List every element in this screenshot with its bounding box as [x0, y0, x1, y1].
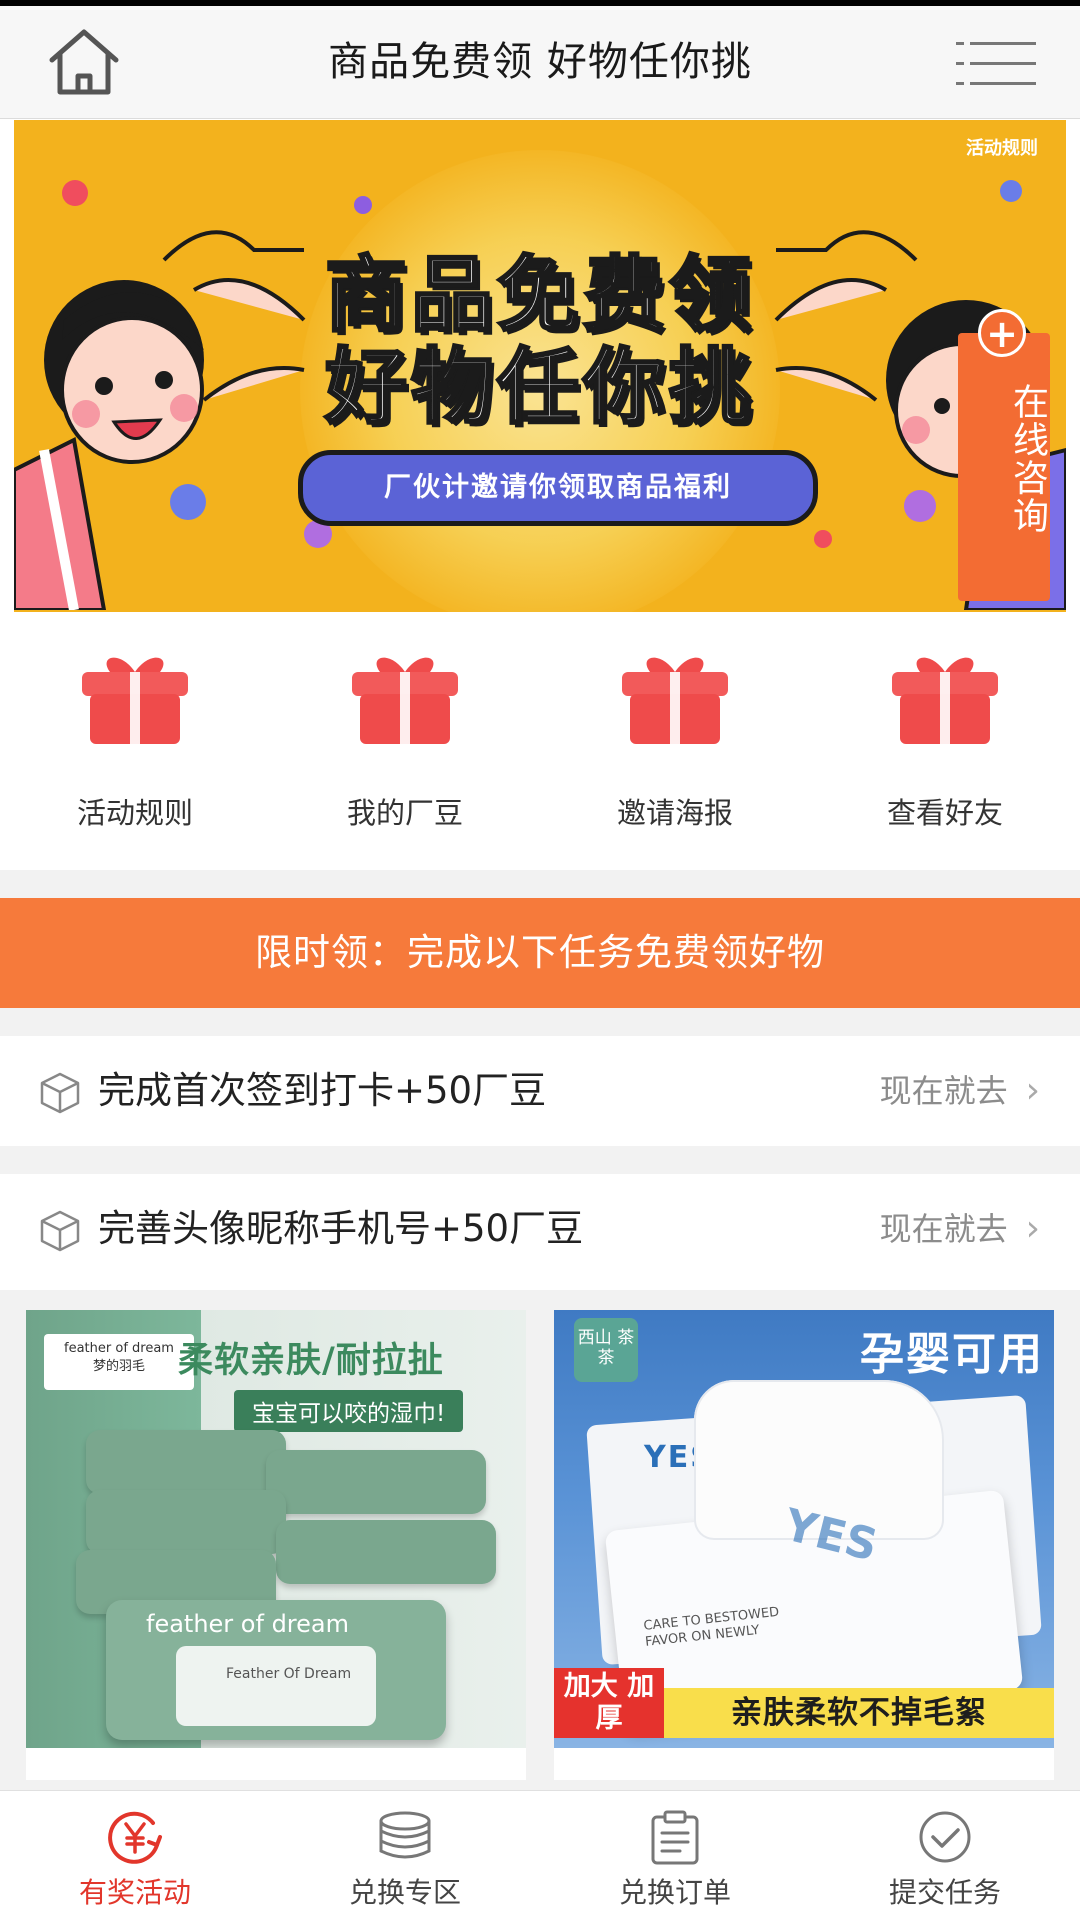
product-card-footer: [26, 1748, 526, 1780]
product-grid: feather of dream 梦的羽毛 柔软亲肤/耐拉扯 宝宝可以咬的湿巾!…: [0, 1290, 1080, 1790]
quick-link-label: 邀请海报: [616, 796, 733, 830]
product-card-footer: [554, 1748, 1054, 1780]
quick-link-label: 我的厂豆: [346, 796, 463, 830]
header: 商品免费领 好物任你挑: [0, 6, 1080, 119]
product-tagline: 宝宝可以咬的湿巾!: [234, 1390, 464, 1432]
nav-label: 兑换专区: [348, 1876, 461, 1909]
gift-icon: [82, 657, 188, 744]
nav-submit-task[interactable]: 提交任务: [810, 1791, 1080, 1921]
banner-dot: [354, 196, 372, 214]
section-divider: [0, 1146, 1080, 1174]
banner-invite-pill: 厂伙计邀请你领取商品福利: [298, 450, 818, 526]
home-button[interactable]: [44, 26, 124, 98]
online-consult-button[interactable]: + 在线咨询: [958, 309, 1050, 601]
section-divider: [0, 870, 1080, 898]
task-label: 完善头像昵称手机号+50厂豆: [98, 1207, 584, 1250]
nav-rewards[interactable]: 有奖活动: [0, 1791, 270, 1921]
page-title: 商品免费领 好物任你挑: [328, 39, 752, 85]
box-icon: [40, 1072, 80, 1114]
nav-exchange-orders[interactable]: 兑换订单: [540, 1791, 810, 1921]
promo-banner: 限时领：完成以下任务免费领好物: [0, 898, 1080, 1008]
home-icon: [49, 29, 119, 95]
nav-exchange-zone[interactable]: 兑换专区: [270, 1791, 540, 1921]
go-now-button[interactable]: 现在就去 ›: [880, 1174, 1040, 1284]
brand-logo: 西山 茶茶: [574, 1318, 638, 1382]
wipes-pack: [276, 1520, 496, 1584]
quick-link-invite-poster[interactable]: 邀请海报: [575, 650, 775, 850]
product-card[interactable]: 西山 茶茶 孕婴可用 YES YES CARE TO BESTOWED FAVO…: [554, 1310, 1054, 1780]
coins-icon: [379, 1811, 431, 1859]
banner-rules-link[interactable]: 活动规则: [966, 134, 1038, 160]
menu-icon: [956, 42, 1036, 85]
clipboard-icon: [651, 1810, 699, 1865]
task-row[interactable]: 完成首次签到打卡+50厂豆 现在就去 ›: [0, 1036, 1080, 1146]
gift-icon: [892, 657, 998, 744]
gift-icon: [352, 657, 458, 744]
wipes-pack: [86, 1430, 286, 1494]
quick-link-my-beans[interactable]: 我的厂豆: [305, 650, 505, 850]
hero-banner[interactable]: 活动规则 商品免费领 好物任你挑 厂伙计邀请你领取商品福利: [14, 120, 1066, 612]
quick-links: 活动规则 我的厂豆 邀请海报 查看好友: [0, 612, 1080, 870]
chevron-right-icon: ›: [1025, 1070, 1040, 1111]
product-card[interactable]: feather of dream 梦的羽毛 柔软亲肤/耐拉扯 宝宝可以咬的湿巾!…: [26, 1310, 526, 1780]
quick-link-activity-rules[interactable]: 活动规则: [35, 650, 235, 850]
box-icon: [40, 1210, 80, 1252]
banner-headline-2: 好物任你挑: [323, 339, 755, 437]
check-circle-icon: [919, 1811, 971, 1863]
brand-name-en: feather of dream: [64, 1341, 174, 1356]
quick-link-label: 活动规则: [76, 796, 193, 830]
nav-label: 提交任务: [888, 1876, 1001, 1909]
section-divider: [0, 1008, 1080, 1036]
online-consult-label: 在线咨询: [1007, 383, 1048, 535]
thicker-badge: 加大 加厚: [554, 1668, 664, 1738]
brand-logo: feather of dream 梦的羽毛: [44, 1334, 194, 1390]
quick-link-view-friends[interactable]: 查看好友: [845, 650, 1045, 850]
wipes-pack: [86, 1490, 286, 1554]
wipes-pack-front: feather of dream Feather Of Dream: [106, 1600, 446, 1740]
quick-link-label: 查看好友: [886, 796, 1003, 830]
nav-label: 兑换订单: [618, 1876, 731, 1909]
task-row[interactable]: 完善头像昵称手机号+50厂豆 现在就去 ›: [0, 1174, 1080, 1284]
task-label: 完成首次签到打卡+50厂豆: [98, 1069, 547, 1112]
bottom-nav: 有奖活动 兑换专区 兑换订单 提交任务: [0, 1790, 1080, 1921]
pack-brand-text: feather of dream: [146, 1610, 349, 1638]
product-headline: 孕婴可用: [860, 1329, 1044, 1380]
go-now-label: 现在就去: [879, 1210, 1008, 1248]
gift-icon: [622, 657, 728, 744]
brand-name-cn: 梦的羽毛: [92, 1359, 145, 1374]
pack-lid: [176, 1646, 376, 1726]
go-now-label: 现在就去: [879, 1072, 1008, 1110]
wipes-pack: [266, 1450, 486, 1514]
plus-icon: +: [978, 309, 1026, 357]
chevron-right-icon: ›: [1025, 1208, 1040, 1249]
product-headline: 柔软亲肤/耐拉扯: [178, 1341, 444, 1381]
lid-brand-text: Feather Of Dream: [226, 1666, 352, 1682]
menu-button[interactable]: [956, 40, 1036, 88]
product-slogan: 亲肤柔软不掉毛絮: [664, 1688, 1054, 1738]
yen-icon: [108, 1811, 162, 1864]
go-now-button[interactable]: 现在就去 ›: [880, 1036, 1040, 1146]
nav-label: 有奖活动: [78, 1876, 191, 1909]
